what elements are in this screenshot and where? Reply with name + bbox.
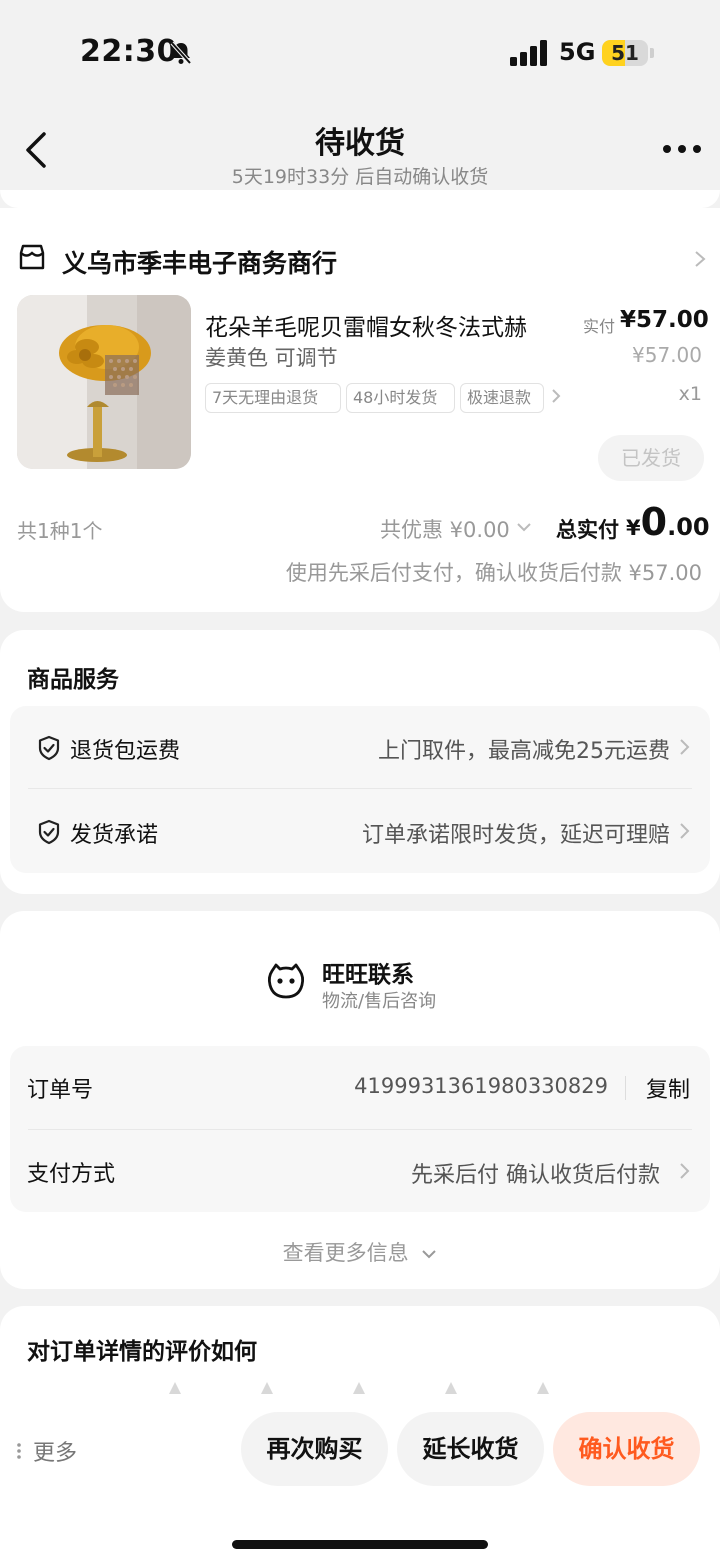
tag-shipping: 48小时发货 xyxy=(346,383,455,413)
quantity: x1 xyxy=(678,383,702,405)
extend-receipt-button[interactable]: 延长收货 xyxy=(397,1412,544,1486)
auto-confirm-countdown: 5天19时33分 后自动确认收货 xyxy=(231,166,489,188)
nav-header: 待收货 5天19时33分 后自动确认收货 xyxy=(0,100,720,190)
price-original: ¥57.00 xyxy=(632,343,702,367)
rating-stars[interactable] xyxy=(160,1380,560,1396)
service-desc: 订单承诺限时发货，延迟可理赔 xyxy=(361,823,670,848)
bottom-action-bar: 更多 再次购买 延长收货 确认收货 xyxy=(0,1398,720,1564)
service-item-return-shipping[interactable]: 退货包运费 上门取件，最高减免25元运费 xyxy=(10,706,710,788)
product-title[interactable]: 花朵羊毛呢贝雷帽女秋冬法式赫 xyxy=(205,308,563,342)
wangwang-chat-icon xyxy=(267,963,305,999)
payment-method-row[interactable]: 支付方式 先采后付 确认收货后付款 xyxy=(10,1130,710,1212)
order-number-label: 订单号 xyxy=(27,1078,94,1103)
copy-button[interactable]: 复制 xyxy=(646,1072,690,1104)
services-title: 商品服务 xyxy=(27,667,119,693)
order-number: 4199931361980330829 xyxy=(354,1074,608,1098)
shop-icon xyxy=(19,244,45,270)
divider xyxy=(28,788,692,789)
chevron-down-icon[interactable] xyxy=(516,522,532,532)
payment-method: 先采后付 确认收货后付款 xyxy=(411,1163,660,1188)
order-number-row: 订单号 4199931361980330829 复制 xyxy=(10,1046,710,1128)
tag-return: 7天无理由退货 xyxy=(205,383,341,413)
signal-icon xyxy=(510,40,547,66)
status-time: 22:30 xyxy=(80,34,178,69)
shipped-status-button: 已发货 xyxy=(598,435,704,481)
service-desc: 上门取件，最高减免25元运费 xyxy=(378,739,670,764)
chevron-right-icon xyxy=(680,739,690,755)
separator xyxy=(625,1076,626,1100)
chevron-right-icon[interactable] xyxy=(694,250,706,268)
confirm-receipt-button[interactable]: 确认收货 xyxy=(553,1412,700,1486)
tag-refund: 极速退款 xyxy=(460,383,544,413)
more-button[interactable]: 更多 xyxy=(33,1435,77,1467)
shield-check-icon xyxy=(38,735,60,761)
price-label: 实付 xyxy=(583,317,616,336)
order-info-card: 旺旺联系 物流/售后咨询 订单号 4199931361980330829 复制 … xyxy=(0,911,720,1289)
wangwang-title: 旺旺联系 xyxy=(322,962,414,988)
battery-level: 51 xyxy=(611,41,639,65)
battery-icon: 51 xyxy=(602,40,654,66)
page-title: 待收货 xyxy=(315,126,405,161)
services-card: 商品服务 退货包运费 上门取件，最高减免25元运费 发货承诺 订单承诺限时发货，… xyxy=(0,630,720,894)
discount-summary[interactable]: 共优惠 ¥0.00 xyxy=(380,514,510,544)
product-sku: 姜黄色 可调节 xyxy=(205,346,338,370)
service-label: 退货包运费 xyxy=(70,739,181,764)
see-more-label: 查看更多信息 xyxy=(282,1241,409,1265)
network-label: 5G xyxy=(559,38,596,66)
chevron-down-icon xyxy=(422,1250,437,1259)
rating-title: 对订单详情的评价如何 xyxy=(27,1339,257,1365)
total-amount: ¥0.00 xyxy=(626,500,710,544)
more-options-icon[interactable] xyxy=(662,144,702,154)
home-indicator[interactable] xyxy=(232,1540,488,1549)
order-info-list: 订单号 4199931361980330829 复制 支付方式 先采后付 确认收… xyxy=(10,1046,710,1212)
chevron-right-icon[interactable] xyxy=(551,388,561,404)
service-item-shipping-promise[interactable]: 发货承诺 订单承诺限时发货，延迟可理赔 xyxy=(10,790,710,872)
more-dots-icon[interactable] xyxy=(17,1443,21,1459)
chevron-right-icon xyxy=(680,823,690,839)
services-list: 退货包运费 上门取件，最高减免25元运费 发货承诺 订单承诺限时发货，延迟可理赔 xyxy=(10,706,710,873)
order-product-card: 义乌市季丰电子商务商行 花朵羊毛呢贝雷帽女秋冬法式赫 姜黄色 可调节 7天无理由… xyxy=(0,190,720,612)
wangwang-subtitle: 物流/售后咨询 xyxy=(322,991,437,1012)
status-bar: 22:30 5G 51 xyxy=(0,0,720,100)
payment-method-label: 支付方式 xyxy=(27,1162,116,1187)
bell-muted-icon xyxy=(170,41,192,65)
total-label: 总实付 xyxy=(556,518,619,542)
service-label: 发货承诺 xyxy=(70,823,159,848)
see-more-info-button[interactable]: 查看更多信息 xyxy=(0,1237,720,1267)
product-image[interactable] xyxy=(17,295,191,469)
item-count: 共1种1个 xyxy=(17,519,103,543)
shield-check-icon xyxy=(38,819,60,845)
chevron-right-icon xyxy=(680,1163,690,1179)
price-actual: ¥57.00 xyxy=(620,307,709,333)
shop-name[interactable]: 义乌市季丰电子商务商行 xyxy=(62,244,337,280)
buy-again-button[interactable]: 再次购买 xyxy=(241,1412,388,1486)
payment-note: 使用先采后付支付，确认收货后付款 ¥57.00 xyxy=(285,561,702,585)
